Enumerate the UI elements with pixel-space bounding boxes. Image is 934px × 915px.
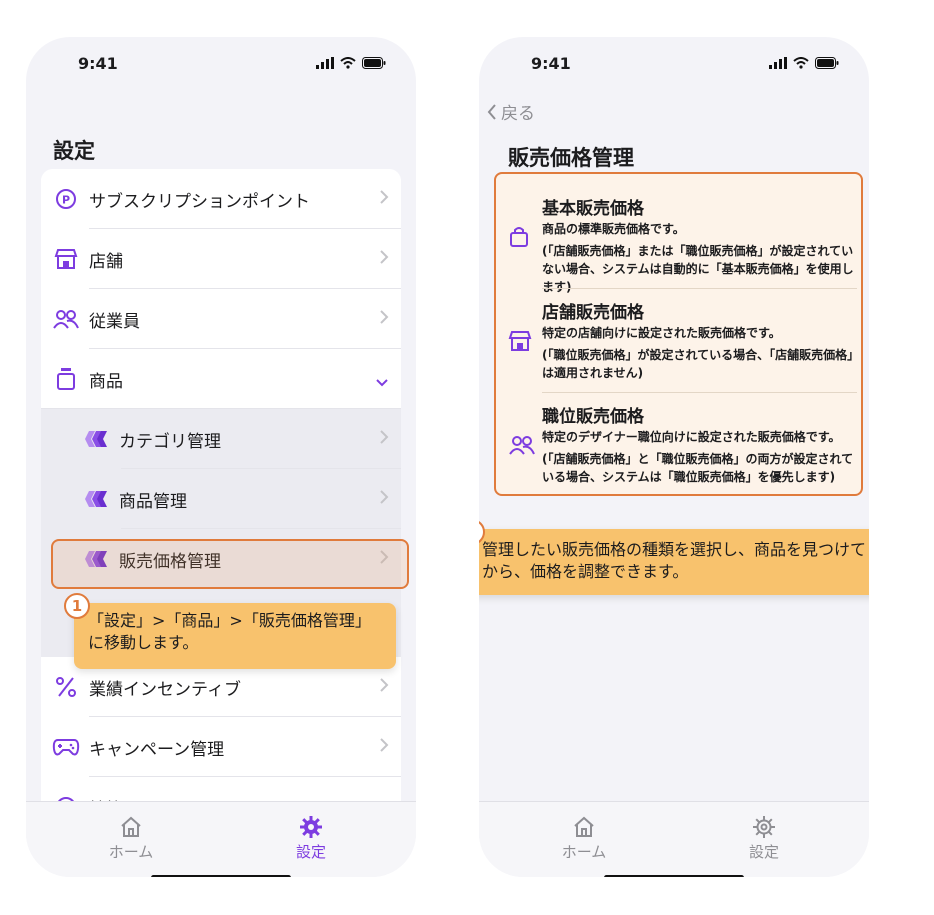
tab-label: ホーム bbox=[561, 843, 607, 861]
chevron-right-icon bbox=[379, 677, 389, 697]
price-type-name: 基本販売価格 bbox=[542, 199, 644, 219]
home-indicator bbox=[151, 875, 291, 877]
chevron-left-icon bbox=[487, 103, 496, 120]
menu-item-label: 商品管理 bbox=[119, 491, 187, 512]
wifi-icon bbox=[340, 57, 356, 69]
chevron-right-icon bbox=[379, 489, 389, 509]
percent-icon bbox=[51, 676, 81, 698]
chevron-right-icon bbox=[379, 737, 389, 757]
store-icon bbox=[508, 330, 532, 356]
status-icons bbox=[316, 57, 386, 69]
home-icon bbox=[574, 816, 594, 837]
chevron-right-icon bbox=[379, 429, 389, 449]
home-icon bbox=[121, 816, 141, 837]
menu-item-store[interactable]: 店舗 bbox=[41, 229, 401, 289]
store-icon bbox=[51, 248, 81, 270]
back-label: 戻る bbox=[501, 104, 535, 124]
chevron-right-icon bbox=[379, 249, 389, 269]
signal-icon bbox=[316, 57, 334, 69]
tab-home[interactable]: ホーム bbox=[544, 815, 624, 862]
signal-icon bbox=[769, 57, 787, 69]
tab-settings[interactable]: 設定 bbox=[271, 815, 351, 862]
menu-item-label: キャンペーン管理 bbox=[89, 739, 225, 760]
gear-icon bbox=[300, 816, 322, 838]
bag-icon bbox=[508, 226, 530, 252]
menu-item-label: 店舗 bbox=[89, 251, 123, 272]
product-icon bbox=[51, 367, 81, 391]
menu-item-label: 業績インセンティブ bbox=[89, 679, 241, 700]
price-type-description: 特定の店舗向けに設定された販売価格です。 bbox=[542, 326, 781, 340]
price-management-screen: 9:41 戻る 販売価格管理 基本販売価格 商品の標準販売価格です。 (「店舗販… bbox=[479, 37, 869, 877]
home-indicator bbox=[604, 875, 744, 877]
wifi-icon bbox=[793, 57, 809, 69]
price-type-name: 職位販売価格 bbox=[542, 407, 644, 427]
chevron-down-icon bbox=[375, 373, 389, 392]
price-type-note: (「店舗販売価格」と「職位販売価格」の両方が設定されている場合、システムは「職位… bbox=[542, 452, 854, 484]
subscription-point-icon: P bbox=[51, 188, 81, 210]
step-number-badge: 1 bbox=[64, 593, 90, 619]
gamepad-icon bbox=[51, 737, 81, 757]
settings-menu: P サブスクリプションポイント 店舗 従業員 商品 カテゴリ管理 商品管理 販売… bbox=[41, 169, 401, 837]
settings-screen: 9:41 設定 P サブスクリプションポイント 店舗 従業員 商品 カテゴリ管理… bbox=[26, 37, 416, 877]
battery-icon bbox=[362, 57, 386, 69]
staff-icon bbox=[508, 434, 536, 460]
gear-icon bbox=[753, 816, 775, 838]
battery-icon bbox=[815, 57, 839, 69]
category-icon bbox=[81, 429, 111, 449]
menu-item-label: 従業員 bbox=[89, 311, 140, 332]
page-title: 販売価格管理 bbox=[508, 146, 634, 170]
price-type-description: 特定のデザイナー職位向けに設定された販売価格です。 bbox=[542, 430, 841, 444]
menu-item-product[interactable]: 商品 bbox=[41, 349, 401, 409]
status-icons bbox=[769, 57, 839, 69]
product-management-icon bbox=[81, 489, 111, 509]
status-time: 9:41 bbox=[531, 54, 571, 73]
menu-item-campaign-management[interactable]: キャンペーン管理 bbox=[41, 717, 401, 777]
tab-bar: ホーム 設定 bbox=[26, 801, 416, 877]
menu-item-subscription-point[interactable]: P サブスクリプションポイント bbox=[41, 169, 401, 229]
price-type-note: (「職位販売価格」が設定されている場合、「店舗販売価格」は適用されません) bbox=[542, 348, 860, 380]
price-type-list: 基本販売価格 商品の標準販売価格です。 (「店舗販売価格」または「職位販売価格」… bbox=[494, 172, 863, 496]
price-type-description: 商品の標準販売価格です。 bbox=[542, 222, 685, 236]
tab-settings[interactable]: 設定 bbox=[724, 815, 804, 862]
staff-icon bbox=[51, 308, 81, 330]
back-button[interactable]: 戻る bbox=[487, 99, 535, 124]
menu-item-staff[interactable]: 従業員 bbox=[41, 289, 401, 349]
price-type-name: 店舗販売価格 bbox=[542, 303, 644, 323]
svg-text:P: P bbox=[62, 194, 70, 207]
tab-label: 設定 bbox=[295, 843, 326, 861]
menu-item-label: サブスクリプションポイント bbox=[89, 191, 310, 212]
tab-label: ホーム bbox=[108, 843, 154, 861]
chevron-right-icon bbox=[379, 309, 389, 329]
menu-item-product-management[interactable]: 商品管理 bbox=[41, 469, 401, 529]
page-title: 設定 bbox=[53, 139, 95, 163]
tab-home[interactable]: ホーム bbox=[91, 815, 171, 862]
menu-item-label: 商品 bbox=[89, 371, 123, 392]
price-management-highlight bbox=[51, 539, 409, 589]
menu-item-label: カテゴリ管理 bbox=[119, 431, 221, 452]
instruction-callout: 管理したい販売価格の種類を選択し、商品を見つけてから、価格を調整できます。 bbox=[479, 529, 869, 595]
tab-label: 設定 bbox=[748, 843, 779, 861]
menu-item-category-management[interactable]: カテゴリ管理 bbox=[41, 409, 401, 469]
instruction-callout: 「設定」>「商品」>「販売価格管理」に移動します。 bbox=[74, 603, 396, 669]
status-time: 9:41 bbox=[78, 54, 118, 73]
chevron-right-icon bbox=[379, 189, 389, 209]
tab-bar: ホーム 設定 bbox=[479, 801, 869, 877]
